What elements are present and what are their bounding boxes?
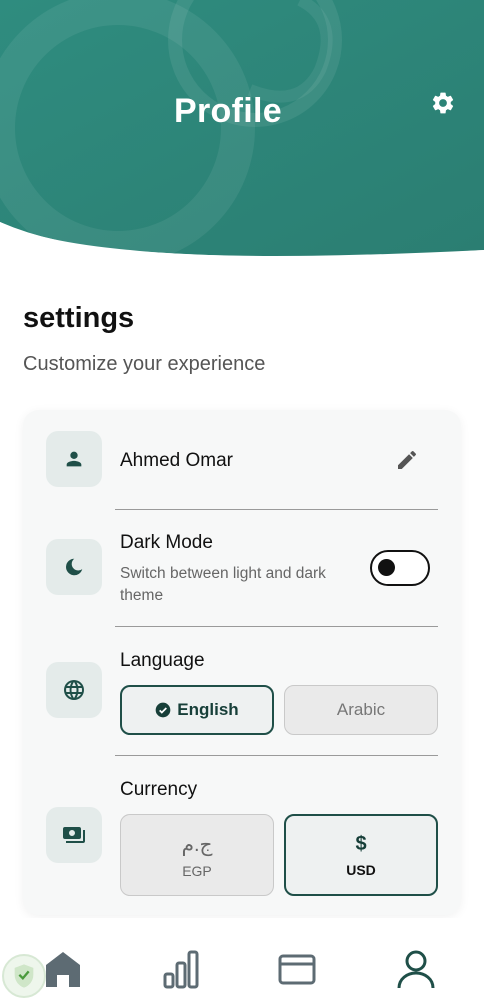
currency-option-usd[interactable]: $ USD: [284, 814, 438, 896]
header: Profile: [0, 0, 484, 260]
profile-name: Ahmed Omar: [120, 450, 233, 471]
settings-gear-icon[interactable]: [428, 88, 458, 118]
person-icon: [46, 431, 102, 487]
currency-code: EGP: [182, 862, 212, 879]
divider: [115, 509, 438, 510]
currency-title: Currency: [120, 779, 198, 800]
settings-heading: settings: [23, 302, 135, 334]
settings-card: Ahmed Omar Dark Mode Switch between ligh…: [23, 410, 461, 915]
language-option-english[interactable]: English: [120, 685, 274, 735]
dark-mode-description: Switch between light and dark theme: [120, 565, 326, 604]
wallet-icon[interactable]: [272, 944, 322, 994]
stats-icon[interactable]: [156, 944, 206, 994]
language-option-label: English: [177, 700, 239, 719]
moon-icon: [46, 539, 102, 595]
check-circle-icon: [155, 702, 171, 718]
language-title: Language: [120, 650, 205, 671]
currency-symbol: ج.م: [181, 833, 213, 856]
divider: [115, 755, 438, 756]
currency-symbol: $: [355, 832, 367, 855]
globe-icon: [46, 662, 102, 718]
page-title: Profile: [174, 92, 282, 130]
shield-logo-icon: [2, 954, 46, 998]
language-option-arabic[interactable]: Arabic: [284, 685, 438, 735]
edit-pencil-icon[interactable]: [392, 445, 422, 475]
home-icon[interactable]: [38, 944, 88, 994]
dark-mode-toggle[interactable]: [370, 550, 430, 586]
currency-option-egp[interactable]: ج.م EGP: [120, 814, 274, 896]
language-option-label: Arabic: [336, 700, 386, 719]
bottom-nav: [0, 918, 484, 1000]
dark-mode-title: Dark Mode: [120, 532, 213, 553]
divider: [115, 626, 438, 627]
settings-subtitle: Customize your experience: [23, 353, 266, 375]
currency-code: USD: [346, 861, 376, 878]
toggle-knob: [378, 559, 395, 576]
profile-icon[interactable]: [391, 944, 441, 994]
money-icon: [46, 807, 102, 863]
